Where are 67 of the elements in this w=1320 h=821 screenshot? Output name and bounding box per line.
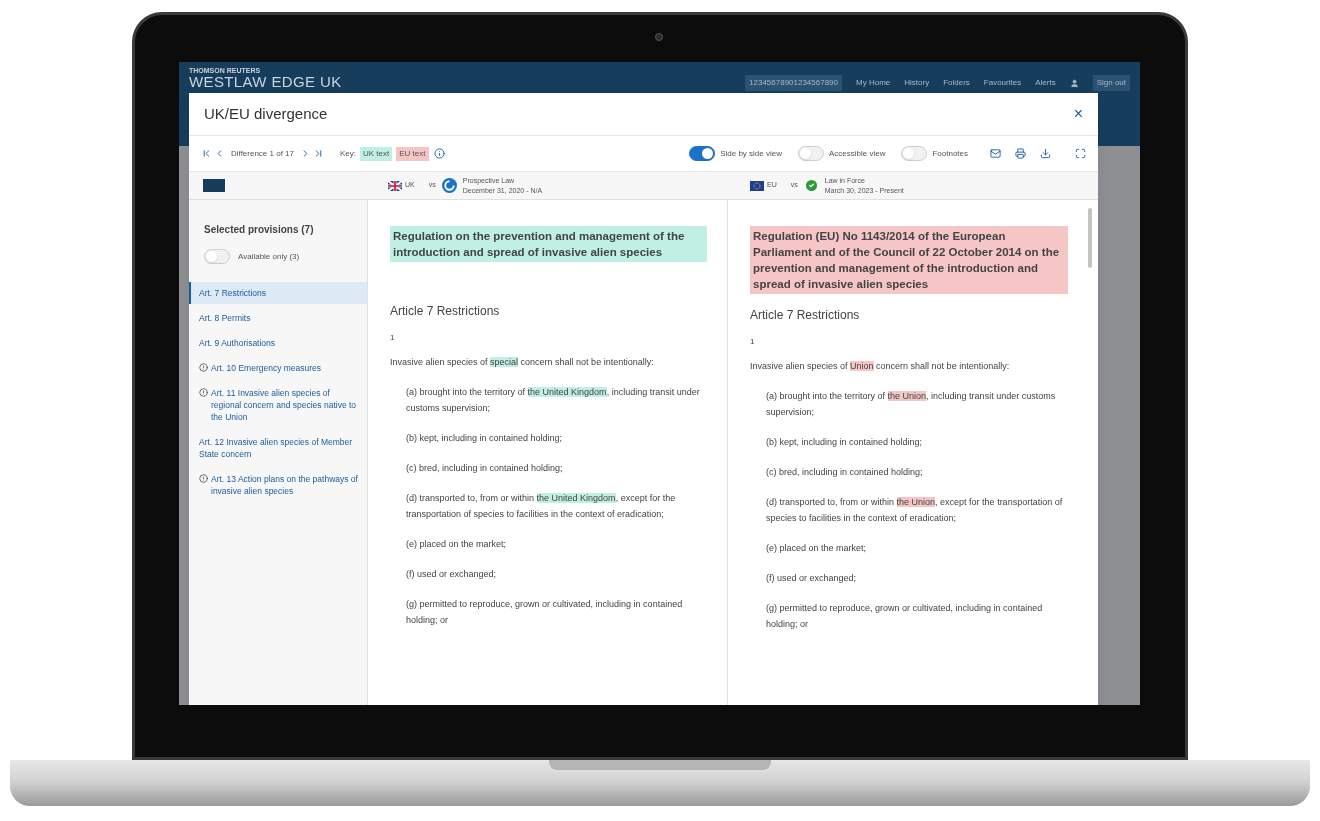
provision-paragraph: (c) bred, including in contained holding; (765, 466, 924, 479)
modal-title: UK/EU divergence (204, 103, 328, 124)
provision-link[interactable]: Art. 10 Emergency measures (189, 357, 367, 379)
article-title: Article 7 Restrictions (750, 307, 861, 324)
clock-icon (441, 178, 457, 193)
provision-link[interactable]: Art. 11 Invasive alien species of regional concern and species native to the Union (189, 382, 367, 428)
article-title: Article 7 Restrictions (390, 303, 501, 320)
user-icon[interactable] (1069, 78, 1079, 88)
key-label: Key: (340, 147, 357, 160)
provision-paragraph: (d) transported to, from or within the Union, except for the transportation of species to facilities in the context of eradication; (765, 496, 1064, 525)
alert-icon (199, 474, 208, 483)
provision-paragraph: (g) permitted to reproduce, grown or cultivated, including in contained holding; or (765, 602, 1044, 631)
provision-paragraph: (e) placed on the market; (405, 538, 508, 551)
toggle-switch[interactable] (689, 146, 716, 161)
email-icon[interactable] (990, 148, 1001, 159)
info-icon[interactable] (433, 148, 445, 159)
provision-link[interactable]: Art. 8 Permits (189, 307, 367, 329)
provision-link[interactable]: Art. 13 Action plans on the pathways of invasive alien species (189, 468, 367, 502)
brand-logo: WESTLAW EDGE UK (189, 74, 342, 89)
regulation-heading: Regulation on the prevention and management of the introduction and spread of invasive alien species (390, 226, 707, 262)
panel-toggle-button[interactable] (203, 179, 225, 192)
sign-out-button[interactable]: Sign out (1092, 75, 1130, 91)
provision-paragraph: Invasive alien species of Union concern shall not be intentionally: (750, 360, 1011, 373)
provision-paragraph: Invasive alien species of special concern shall not be intentionally: (390, 356, 655, 369)
nav-link[interactable]: Folders (943, 77, 970, 89)
provision-paragraph: (a) brought into the territory of the United Kingdom, including transit under customs supervision; (405, 386, 701, 415)
print-icon[interactable] (1015, 148, 1026, 159)
sidebar-title: Selected provisions (7) (203, 223, 315, 237)
alert-icon (199, 363, 208, 372)
provision-link[interactable]: Art. 9 Authorisations (189, 332, 367, 354)
provision-paragraph: (a) brought into the territory of the Union, including transit under customs supervision; (765, 390, 1057, 419)
provision-paragraph: (g) permitted to reproduce, grown or cultivated, including in contained holding; or (405, 598, 684, 627)
download-icon[interactable] (1040, 148, 1051, 159)
paragraph-number: 1 (390, 332, 396, 344)
regulation-heading: Regulation (EU) No 1143/2014 of the European Parliament and of the Council of 22 October 2014 on the prevention and management of the introduction and spread of invasive alien species (750, 226, 1068, 294)
key-swatch: UK text (360, 146, 393, 161)
toggle-label: Side by side view (720, 147, 782, 160)
toggle-label: Footnotes (932, 147, 968, 160)
fullscreen-icon[interactable] (1075, 148, 1086, 159)
close-button[interactable]: × (1073, 106, 1083, 122)
nav-link[interactable]: My Home (856, 77, 891, 89)
nav-link[interactable]: History (904, 77, 930, 89)
provision-paragraph: (c) bred, including in contained holding; (405, 462, 564, 475)
provision-paragraph: (e) placed on the market; (765, 542, 868, 555)
provision-paragraph: (d) transported to, from or within the United Kingdom, except for the transportation of species to facilities in the context of eradication; (405, 492, 677, 521)
provision-link[interactable]: Art. 7 Restrictions (189, 282, 367, 304)
provision-paragraph: (b) kept, including in contained holding; (765, 436, 924, 449)
difference-counter: Difference 1 of 17 (231, 147, 294, 160)
paragraph-number: 1 (750, 336, 756, 348)
first-icon[interactable] (201, 148, 212, 159)
scrollbar-thumb[interactable] (1088, 208, 1092, 268)
client-id: 12345678901234567890 (745, 75, 842, 91)
toggle-label: Accessible view (828, 147, 886, 160)
flag-icon (750, 180, 764, 191)
last-icon[interactable] (313, 148, 324, 159)
check-icon (803, 178, 819, 193)
provision-link[interactable]: Art. 12 Invasive alien species of Member State concern (189, 431, 367, 465)
flag-icon (388, 180, 402, 191)
filter-label: Available only (3) (238, 250, 300, 263)
alert-icon (199, 388, 208, 397)
provision-paragraph: (b) kept, including in contained holding; (405, 432, 564, 445)
nav-link[interactable]: Favourites (983, 77, 1022, 89)
camera-icon (655, 33, 663, 41)
provision-paragraph: (f) used or exchanged; (405, 568, 498, 581)
provision-paragraph: (f) used or exchanged; (765, 572, 858, 585)
key-swatch: EU text (396, 146, 429, 161)
nav-link[interactable]: Alerts (1035, 77, 1056, 89)
